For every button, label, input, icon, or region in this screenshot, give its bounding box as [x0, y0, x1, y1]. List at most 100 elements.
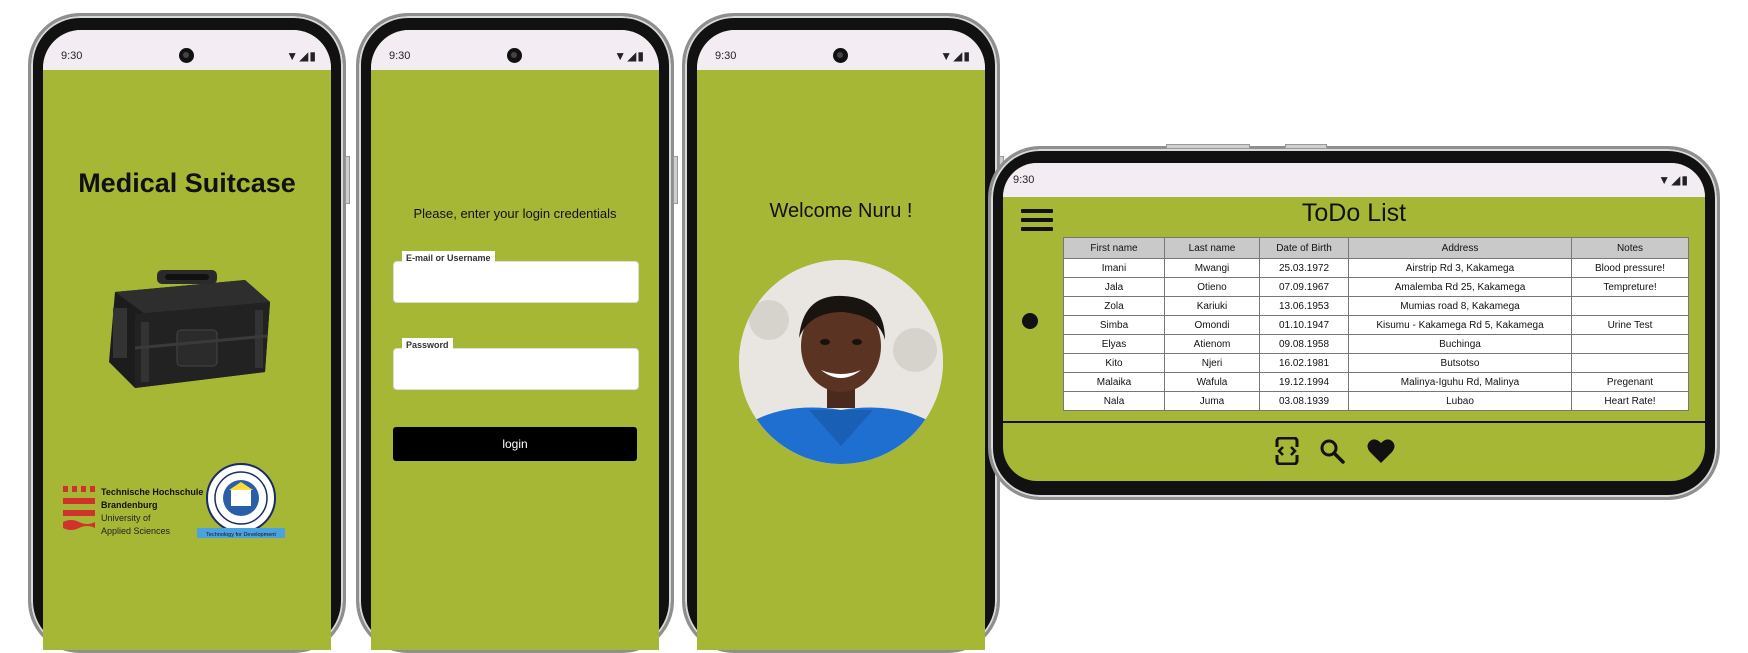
cell-last-name: Mwangi: [1164, 258, 1260, 278]
col-last-name: Last name: [1164, 237, 1260, 259]
cell-notes: Heart Rate!: [1571, 391, 1689, 411]
thb-line4: Applied Sciences: [101, 526, 171, 536]
login-prompt: Please, enter your login credentials: [413, 206, 617, 221]
cell-last-name: Atienom: [1164, 334, 1260, 354]
search-icon[interactable]: [1319, 438, 1345, 464]
cell-notes: Tempreture!: [1571, 277, 1689, 297]
status-time: 9:30: [389, 50, 411, 62]
cell-address: Malinya-Iguhu Rd, Malinya: [1348, 372, 1572, 392]
cell-first-name: Jala: [1063, 277, 1165, 297]
table-header-row: First name Last name Date of Birth Addre…: [1063, 237, 1689, 259]
cell-address: Airstrip Rd 3, Kakamega: [1348, 258, 1572, 278]
table-row[interactable]: Elyas Atienom 09.08.1958 Buchinga: [1063, 334, 1689, 354]
table-row[interactable]: Nala Juma 03.08.1939 Lubao Heart Rate!: [1063, 391, 1689, 411]
splash-screen: 9:30 ▼◢▮ Medical Suitcase Technische Hoc…: [43, 30, 331, 650]
avatar-photo: [739, 260, 943, 464]
status-icons: ▼◢▮: [1658, 173, 1689, 187]
col-address: Address: [1348, 237, 1572, 259]
thb-line3: University of: [101, 513, 151, 523]
status-bar: 9:30 ▼◢▮: [697, 30, 985, 70]
table-row[interactable]: Kito Njeri 16.02.1981 Butsotso: [1063, 353, 1689, 373]
cell-address: Lubao: [1348, 391, 1572, 411]
cell-notes: [1571, 353, 1689, 373]
cell-dob: 07.09.1967: [1259, 277, 1349, 297]
cell-dob: 13.06.1953: [1259, 296, 1349, 316]
cell-last-name: Njeri: [1164, 353, 1260, 373]
cell-last-name: Otieno: [1164, 277, 1260, 297]
mmust-logo: Technology for Development: [197, 463, 285, 538]
table-row[interactable]: Imani Mwangi 25.03.1972 Airstrip Rd 3, K…: [1063, 258, 1689, 278]
status-bar: 9:30 ▼◢▮: [371, 30, 659, 70]
mmust-banner: Technology for Development: [206, 532, 276, 538]
login-button[interactable]: login: [393, 427, 637, 461]
status-icons: ▼◢▮: [286, 49, 317, 63]
todo-screen: 9:30 ▼◢▮ ToDo List First name Last name …: [1003, 163, 1705, 481]
welcome-text: Welcome Nuru !: [769, 200, 913, 222]
patient-table: First name Last name Date of Birth Addre…: [1063, 237, 1689, 411]
password-field[interactable]: Password: [393, 338, 639, 390]
cell-address: Kisumu - Kakamega Rd 5, Kakamega: [1348, 315, 1572, 335]
email-label: E-mail or Username: [402, 251, 495, 265]
front-camera: [1022, 313, 1038, 329]
phone-splash: 9:30 ▼◢▮ Medical Suitcase Technische Hoc…: [28, 13, 350, 653]
cell-first-name: Simba: [1063, 315, 1165, 335]
cell-notes: [1571, 296, 1689, 316]
scan-icon[interactable]: [1275, 437, 1299, 465]
status-time: 9:30: [1013, 174, 1035, 186]
cell-last-name: Juma: [1164, 391, 1260, 411]
app-title: Medical Suitcase: [78, 168, 296, 198]
front-camera: [507, 48, 522, 63]
thb-logo: [63, 486, 95, 530]
todo-title: ToDo List: [1301, 199, 1407, 227]
front-camera: [833, 48, 848, 63]
cell-notes: Urine Test: [1571, 315, 1689, 335]
table-row[interactable]: Simba Omondi 01.10.1947 Kisumu - Kakameg…: [1063, 315, 1689, 335]
cell-notes: Pregenant: [1571, 372, 1689, 392]
cell-last-name: Kariuki: [1164, 296, 1260, 316]
col-dob: Date of Birth: [1259, 237, 1349, 259]
side-button: [673, 156, 678, 204]
password-label: Password: [402, 338, 453, 352]
cell-dob: 01.10.1947: [1259, 315, 1349, 335]
cell-first-name: Nala: [1063, 391, 1165, 411]
cell-dob: 03.08.1939: [1259, 391, 1349, 411]
phone-login: 9:30 ▼◢▮ Please, enter your login creden…: [356, 13, 678, 653]
status-icons: ▼◢▮: [614, 49, 645, 63]
col-first-name: First name: [1063, 237, 1165, 259]
cell-first-name: Elyas: [1063, 334, 1165, 354]
front-camera: [179, 48, 194, 63]
cell-dob: 16.02.1981: [1259, 353, 1349, 373]
heart-icon[interactable]: [1367, 438, 1395, 464]
cell-dob: 19.12.1994: [1259, 372, 1349, 392]
table-row[interactable]: Jala Otieno 07.09.1967 Amalemba Rd 25, K…: [1063, 277, 1689, 297]
cell-notes: [1571, 334, 1689, 354]
cell-address: Amalemba Rd 25, Kakamega: [1348, 277, 1572, 297]
thb-text: Technische Hochschule Brandenburg Univer…: [101, 486, 203, 538]
cell-first-name: Zola: [1063, 296, 1165, 316]
side-button: [345, 156, 350, 204]
table-row[interactable]: Malaika Wafula 19.12.1994 Malinya-Iguhu …: [1063, 372, 1689, 392]
top-button-left: [1166, 144, 1250, 149]
bottom-nav: [1003, 421, 1705, 481]
status-bar: 9:30 ▼◢▮: [1003, 163, 1705, 197]
cell-first-name: Kito: [1063, 353, 1165, 373]
status-icons: ▼◢▮: [940, 49, 971, 63]
status-bar: 9:30 ▼◢▮: [43, 30, 331, 70]
email-field[interactable]: E-mail or Username: [393, 251, 639, 303]
login-screen: 9:30 ▼◢▮ Please, enter your login creden…: [371, 30, 659, 650]
cell-address: Butsotso: [1348, 353, 1572, 373]
top-button-right: [1285, 144, 1327, 149]
cell-notes: Blood pressure!: [1571, 258, 1689, 278]
status-time: 9:30: [715, 50, 737, 62]
phone-todo: 9:30 ▼◢▮ ToDo List First name Last name …: [988, 144, 1720, 500]
cell-first-name: Malaika: [1063, 372, 1165, 392]
welcome-screen: 9:30 ▼◢▮ Welcome Nuru !: [697, 30, 985, 650]
cell-last-name: Wafula: [1164, 372, 1260, 392]
table-row[interactable]: Zola Kariuki 13.06.1953 Mumias road 8, K…: [1063, 296, 1689, 316]
cell-address: Buchinga: [1348, 334, 1572, 354]
suitcase-image: [109, 270, 270, 388]
thb-line1: Technische Hochschule: [101, 487, 204, 497]
cell-last-name: Omondi: [1164, 315, 1260, 335]
col-notes: Notes: [1571, 237, 1689, 259]
cell-dob: 25.03.1972: [1259, 258, 1349, 278]
